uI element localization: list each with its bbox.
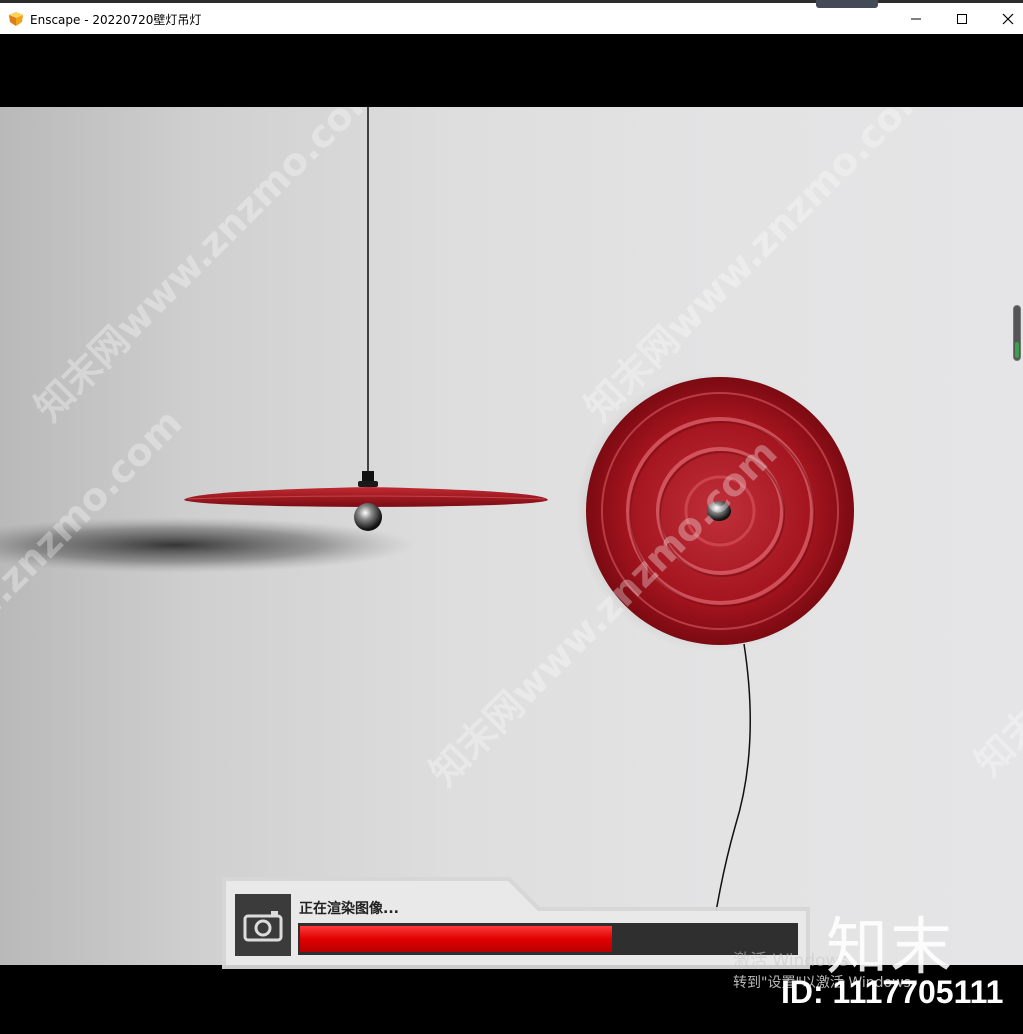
brand-watermark: 知末 [826,910,955,983]
maximize-button[interactable] [939,6,985,32]
close-button[interactable] [985,6,1023,32]
render-status-label: 正在渲染图像... [299,901,399,917]
render-progress-bar [298,923,798,955]
exposure-slider[interactable] [1013,305,1021,361]
letterbox-top [0,34,1023,107]
maximize-icon [957,14,967,24]
pendant-lamp [184,107,548,531]
minimize-button[interactable] [893,6,939,32]
window-title: Enscape - 20220720壁灯吊灯 [30,13,202,27]
render-viewport[interactable]: 知末网www.znzmo.com 知末网www.znzmo.com 知末网www… [0,107,1023,965]
id-watermark: ID: 1117705111 [781,974,1004,1010]
enscape-app-icon [9,12,23,26]
exposure-slider-fill [1015,342,1019,358]
close-icon [1002,13,1014,25]
pendant-bulb [354,503,382,531]
render-progress-fill [300,926,612,952]
minimize-icon [911,18,921,20]
render-progress-panel: 正在渲染图像... [222,877,810,969]
render-camera-button[interactable] [235,894,291,956]
taskbar-preview-thumbnail [816,0,878,8]
scene-canvas [0,107,855,965]
camera-icon [243,911,283,942]
